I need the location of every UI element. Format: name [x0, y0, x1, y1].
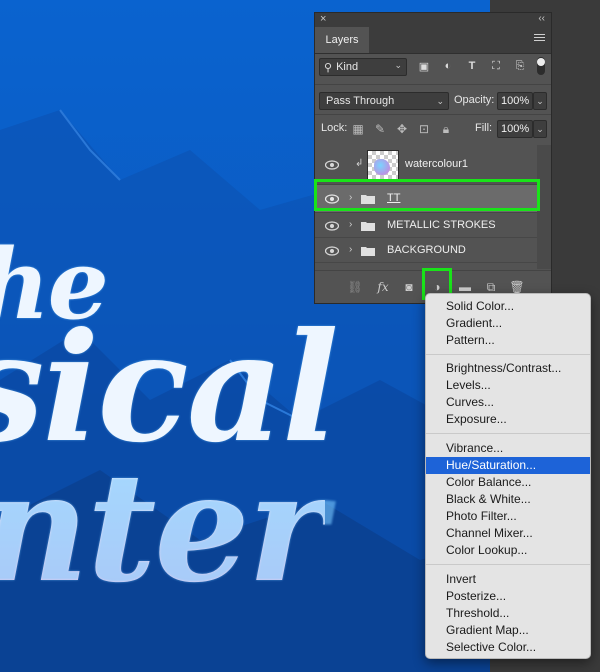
- clipping-mask-icon: ↲: [355, 158, 364, 169]
- menu-item-invert[interactable]: Invert: [426, 571, 590, 588]
- menu-item-gradient-map[interactable]: Gradient Map...: [426, 622, 590, 639]
- artwork-text-line3: nter: [0, 440, 327, 616]
- tab-layers[interactable]: Layers: [315, 27, 369, 53]
- opacity-field[interactable]: 100%: [497, 92, 533, 110]
- blend-mode-select[interactable]: Pass Through ⌄: [319, 92, 449, 110]
- folder-icon: [361, 222, 375, 231]
- eye-icon[interactable]: [325, 160, 339, 170]
- adjustment-layer-menu: Solid Color... Gradient... Pattern... Br…: [425, 293, 591, 659]
- expand-arrow-icon[interactable]: ›: [349, 244, 352, 255]
- shape-filter-icon[interactable]: ⛶: [489, 59, 503, 73]
- filter-row: ⚲ Kind ⌄ ▣ ◐ T ⛶ ⎘: [315, 54, 551, 80]
- fx-icon[interactable]: fx: [375, 279, 391, 295]
- lock-pixels-brush-icon[interactable]: ✎: [373, 122, 387, 136]
- menu-item-levels[interactable]: Levels...: [426, 377, 590, 394]
- menu-item-brightness-contrast[interactable]: Brightness/Contrast...: [426, 360, 590, 377]
- add-mask-icon[interactable]: ◙: [401, 279, 417, 295]
- pixel-filter-icon[interactable]: ▣: [417, 59, 431, 73]
- chevron-down-icon: ⌄: [394, 60, 402, 70]
- lock-transparent-icon[interactable]: ▦: [351, 122, 365, 136]
- fill-label: Fill:: [475, 122, 493, 134]
- collapse-icon[interactable]: ‹‹: [538, 13, 545, 24]
- expand-arrow-icon[interactable]: ›: [349, 219, 352, 230]
- menu-item-hue-saturation[interactable]: Hue/Saturation...: [426, 457, 590, 474]
- menu-item-vibrance[interactable]: Vibrance...: [426, 440, 590, 457]
- opacity-label: Opacity:: [454, 94, 495, 106]
- lock-all-icon[interactable]: 🔒︎: [439, 122, 453, 136]
- panel-tab-bar: Layers: [315, 27, 551, 54]
- menu-item-gradient[interactable]: Gradient...: [426, 315, 590, 332]
- divider: [315, 114, 551, 115]
- callout-selected-layer: [314, 179, 540, 211]
- panel-menu-icon[interactable]: [534, 34, 545, 43]
- lock-artboard-icon[interactable]: ⊡: [417, 122, 431, 136]
- menu-item-pattern[interactable]: Pattern...: [426, 332, 590, 349]
- menu-separator: [426, 433, 590, 434]
- menu-item-channel-mixer[interactable]: Channel Mixer...: [426, 525, 590, 542]
- layer-name: METALLIC STROKES: [387, 219, 496, 231]
- smart-object-filter-icon[interactable]: ⎘: [513, 59, 527, 73]
- menu-item-selective-color[interactable]: Selective Color...: [426, 639, 590, 656]
- menu-item-exposure[interactable]: Exposure...: [426, 411, 590, 428]
- type-filter-icon[interactable]: T: [465, 59, 479, 73]
- layer-name: BACKGROUND: [387, 244, 466, 256]
- adjustment-filter-icon[interactable]: ◐: [441, 59, 455, 73]
- divider: [315, 84, 551, 85]
- chevron-down-icon: ⌄: [436, 96, 444, 106]
- menu-separator: [426, 564, 590, 565]
- menu-item-posterize[interactable]: Posterize...: [426, 588, 590, 605]
- layers-panel: × ‹‹ Layers ⚲ Kind ⌄ ▣ ◐ T ⛶ ⎘ Pass Thro…: [314, 12, 552, 304]
- filter-kind-select[interactable]: ⚲ Kind ⌄: [319, 58, 407, 76]
- opacity-dropdown-icon[interactable]: ⌄: [533, 92, 547, 110]
- filter-toggle[interactable]: [537, 57, 545, 75]
- menu-separator: [426, 354, 590, 355]
- lock-label: Lock:: [321, 122, 348, 134]
- eye-icon[interactable]: [325, 246, 339, 256]
- menu-item-black-white[interactable]: Black & White...: [426, 491, 590, 508]
- layer-row-background[interactable]: › BACKGROUND: [315, 238, 537, 263]
- menu-item-photo-filter[interactable]: Photo Filter...: [426, 508, 590, 525]
- menu-item-color-lookup[interactable]: Color Lookup...: [426, 542, 590, 559]
- menu-item-solid-color[interactable]: Solid Color...: [426, 298, 590, 315]
- search-icon: ⚲: [324, 61, 333, 74]
- folder-icon: [361, 247, 375, 256]
- menu-item-curves[interactable]: Curves...: [426, 394, 590, 411]
- layer-row-metallic-strokes[interactable]: › METALLIC STROKES: [315, 213, 537, 238]
- filter-kind-label: Kind: [336, 61, 359, 73]
- link-layers-icon[interactable]: ⛓︎: [347, 279, 363, 295]
- fill-field[interactable]: 100%: [497, 120, 533, 138]
- panel-title-bar: × ‹‹: [315, 13, 551, 27]
- layer-name: watercolour1: [405, 158, 468, 170]
- lock-position-icon[interactable]: ✥: [395, 122, 409, 136]
- menu-item-color-balance[interactable]: Color Balance...: [426, 474, 590, 491]
- fill-dropdown-icon[interactable]: ⌄: [533, 120, 547, 138]
- eye-icon[interactable]: [325, 221, 339, 231]
- menu-item-threshold[interactable]: Threshold...: [426, 605, 590, 622]
- blend-mode-value: Pass Through: [326, 95, 395, 107]
- close-icon[interactable]: ×: [320, 13, 326, 25]
- layer-thumbnail: [367, 150, 399, 182]
